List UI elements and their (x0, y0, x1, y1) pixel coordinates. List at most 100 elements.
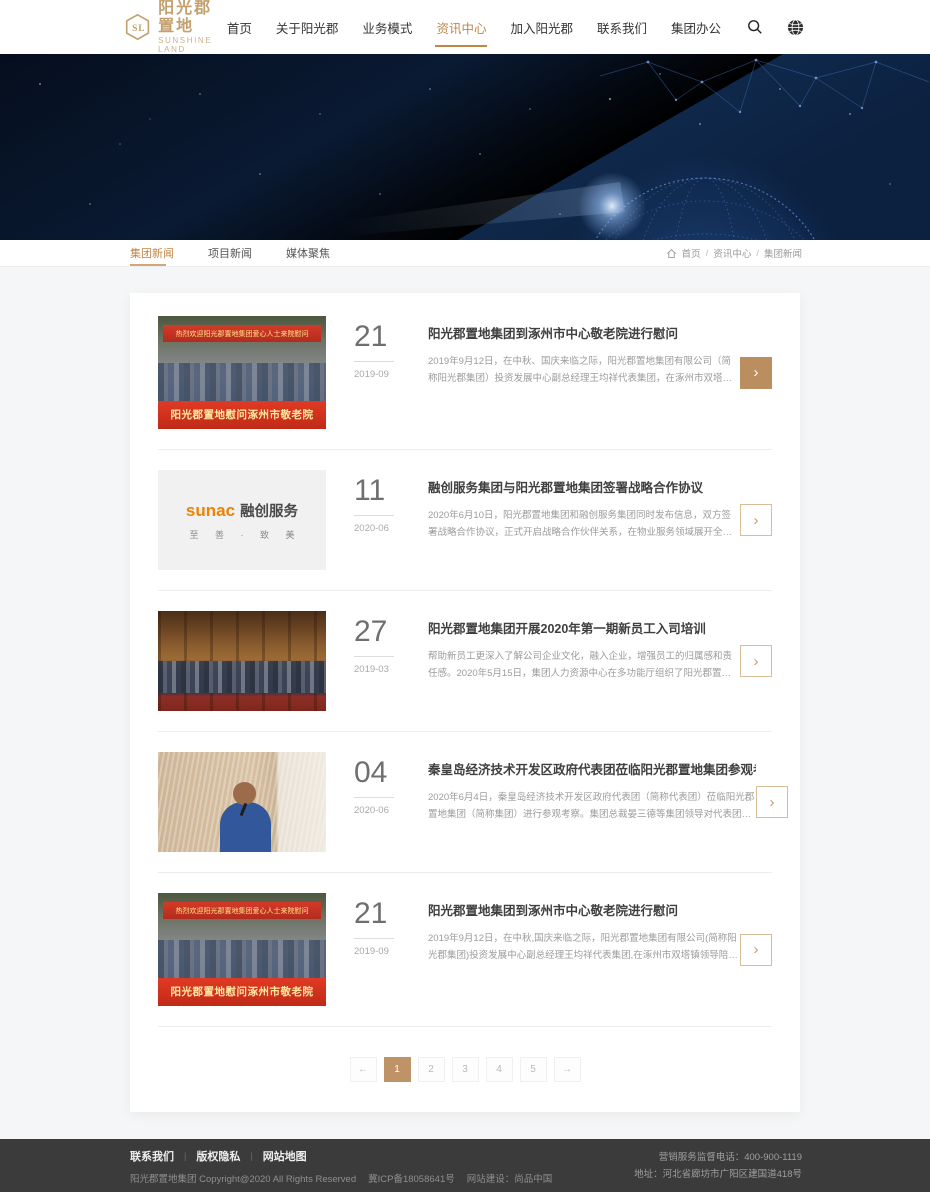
news-description: 2019年9月12日，在中秋、国庆来临之际，阳光郡置地集团有限公司（简称阳光郡集… (428, 354, 740, 387)
news-text: 阳光郡置地集团到涿州市中心敬老院进行慰问 2019年9月12日，在中秋、国庆来临… (428, 316, 740, 387)
footer-right: 营销服务监督电话：400-900-1119 地址：河北省廊坊市广阳区建国道418… (634, 1150, 802, 1182)
news-tabs: 集团新闻 项目新闻 媒体聚焦 (130, 240, 330, 266)
nav-item-about[interactable]: 关于阳光郡 (275, 12, 340, 43)
news-more-arrow-button[interactable]: › (740, 357, 772, 389)
brand-logo[interactable]: S L 阳光郡置地 SUNSHINE LAND (124, 0, 226, 53)
news-item[interactable]: 热烈欢迎阳光郡置地集团爱心人士来院慰问 阳光郡置地慰问涿州市敬老院 21 201… (158, 296, 772, 450)
pagination: ← 1 2 3 4 5 → (158, 1027, 772, 1112)
news-description: 2020年6月4日，秦皇岛经济技术开发区政府代表团（简称代表团）莅临阳光郡置地集… (428, 790, 756, 823)
section-tabbar: 集团新闻 项目新闻 媒体聚焦 首页 / 资讯中心 / 集团新闻 (0, 240, 930, 267)
news-title[interactable]: 秦皇岛经济技术开发区政府代表团莅临阳光郡置地集团参观考察 (428, 759, 756, 778)
news-thumbnail-charity-photo[interactable]: 热烈欢迎阳光郡置地集团爱心人士来院慰问 阳光郡置地慰问涿州市敬老院 (158, 316, 326, 429)
pagination-prev-button[interactable]: ← (350, 1057, 377, 1082)
footer-phone: 营销服务监督电话：400-900-1119 (634, 1150, 802, 1166)
nav-item-news[interactable]: 资讯中心 (435, 12, 487, 43)
pagination-page-1[interactable]: 1 (384, 1057, 411, 1082)
speaker-art (220, 802, 270, 852)
sunac-brand-text: sunac (186, 501, 235, 521)
speaker-head-art (233, 782, 257, 805)
svg-text:L: L (138, 24, 144, 34)
news-day: 04 (354, 758, 406, 788)
banner-bottom-text: 阳光郡置地慰问涿州市敬老院 (158, 401, 326, 429)
news-text: 阳光郡置地集团开展2020年第一期新员工入司培训 帮助新员工更深入了解公司企业文… (428, 611, 740, 682)
news-thumbnail-charity-photo[interactable]: 热烈欢迎阳光郡置地集团爱心人士来院慰问 阳光郡置地慰问涿州市敬老院 (158, 893, 326, 1006)
svg-text:S: S (132, 24, 137, 34)
news-date: 21 2019-09 (354, 893, 406, 957)
news-item[interactable]: 热烈欢迎阳光郡置地集团爱心人士来院慰问 阳光郡置地慰问涿州市敬老院 21 201… (158, 873, 772, 1027)
footer-built-by[interactable]: 网站建设：尚品中国 (467, 1171, 553, 1185)
hexagon-sl-icon: S L (124, 9, 151, 45)
nav-item-home[interactable]: 首页 (226, 12, 253, 43)
nav-item-contact[interactable]: 联系我们 (596, 12, 648, 43)
crowd-art (158, 363, 326, 401)
news-thumbnail-speaker-photo[interactable] (158, 752, 326, 852)
footer-separator: | (250, 1151, 252, 1161)
news-more-arrow-button[interactable]: › (740, 645, 772, 677)
news-title[interactable]: 阳光郡置地集团到涿州市中心敬老院进行慰问 (428, 900, 740, 919)
tab-media-focus[interactable]: 媒体聚焦 (286, 240, 330, 266)
news-text: 阳光郡置地集团到涿州市中心敬老院进行慰问 2019年9月12日，在中秋,国庆来临… (428, 893, 740, 964)
brand-text: 阳光郡置地 SUNSHINE LAND (158, 0, 226, 53)
search-icon[interactable] (746, 19, 763, 36)
news-description: 2020年6月10日，阳光郡置地集团和融创服务集团同时发布信息，双方签署战略合作… (428, 508, 740, 541)
news-date: 27 2019-03 (354, 611, 406, 675)
news-list-card: 热烈欢迎阳光郡置地集团爱心人士来院慰问 阳光郡置地慰问涿州市敬老院 21 201… (130, 293, 800, 1112)
news-title[interactable]: 融创服务集团与阳光郡置地集团签署战略合作协议 (428, 477, 740, 496)
news-month: 2019-09 (354, 946, 406, 957)
footer-left: 联系我们 | 版权隐私 | 网站地图 阳光郡置地集团 Copyright@202… (130, 1148, 552, 1185)
breadcrumb-current: 集团新闻 (764, 246, 802, 260)
news-more-arrow-button[interactable]: › (740, 504, 772, 536)
news-thumbnail-group-photo[interactable] (158, 611, 326, 711)
footer-link-contact[interactable]: 联系我们 (130, 1148, 174, 1164)
sunac-slogan-text: 至 善 · 致 美 (183, 528, 302, 541)
news-title[interactable]: 阳光郡置地集团开展2020年第一期新员工入司培训 (428, 618, 740, 637)
crowd-art (158, 661, 326, 693)
pagination-page-4[interactable]: 4 (486, 1057, 513, 1082)
breadcrumb-separator: / (756, 248, 759, 259)
news-item[interactable]: 27 2019-03 阳光郡置地集团开展2020年第一期新员工入司培训 帮助新员… (158, 591, 772, 732)
footer-copyright: 阳光郡置地集团 Copyright@2020 All Rights Reserv… (130, 1171, 356, 1185)
news-more-arrow-button[interactable]: › (740, 934, 772, 966)
crowd-art (158, 940, 326, 978)
footer-address: 地址：河北省廊坊市广阳区建国道418号 (634, 1167, 802, 1183)
footer-link-privacy[interactable]: 版权隐私 (196, 1148, 240, 1164)
date-divider (354, 797, 394, 798)
news-thumbnail-sunac-logo[interactable]: sunac 融创服务 至 善 · 致 美 (158, 470, 326, 570)
language-globe-icon[interactable] (787, 19, 804, 36)
breadcrumb-home[interactable]: 首页 (682, 246, 701, 260)
tab-group-news[interactable]: 集团新闻 (130, 240, 174, 266)
nav-item-office[interactable]: 集团办公 (670, 12, 722, 43)
footer-links: 联系我们 | 版权隐私 | 网站地图 (130, 1148, 552, 1164)
hero-banner (0, 54, 930, 240)
pagination-page-2[interactable]: 2 (418, 1057, 445, 1082)
pagination-next-button[interactable]: → (554, 1057, 581, 1082)
tab-project-news[interactable]: 项目新闻 (208, 240, 252, 266)
footer-icp[interactable]: 冀ICP备18058641号 (368, 1171, 455, 1185)
news-text: 融创服务集团与阳光郡置地集团签署战略合作协议 2020年6月10日，阳光郡置地集… (428, 470, 740, 541)
news-description: 帮助新员工更深入了解公司企业文化，融入企业，增强员工的归属感和责任感。2020年… (428, 649, 740, 682)
date-divider (354, 361, 394, 362)
pagination-page-3[interactable]: 3 (452, 1057, 479, 1082)
news-month: 2019-09 (354, 369, 406, 380)
news-more-arrow-button[interactable]: › (756, 786, 788, 818)
news-text: 秦皇岛经济技术开发区政府代表团莅临阳光郡置地集团参观考察 2020年6月4日，秦… (428, 752, 756, 823)
banner-top-text: 热烈欢迎阳光郡置地集团爱心人士来院慰问 (163, 325, 321, 342)
brand-name-cn: 阳光郡置地 (158, 0, 226, 35)
news-month: 2020-06 (354, 805, 406, 816)
footer-copyright-row: 阳光郡置地集团 Copyright@2020 All Rights Reserv… (130, 1171, 552, 1185)
brand-name-en: SUNSHINE LAND (158, 36, 226, 54)
footer-link-sitemap[interactable]: 网站地图 (263, 1148, 307, 1164)
breadcrumb: 首页 / 资讯中心 / 集团新闻 (666, 246, 802, 260)
news-day: 27 (354, 617, 406, 647)
news-day: 11 (354, 476, 406, 506)
news-item[interactable]: sunac 融创服务 至 善 · 致 美 11 2020-06 融创服务集团与阳… (158, 450, 772, 591)
news-title[interactable]: 阳光郡置地集团到涿州市中心敬老院进行慰问 (428, 323, 740, 342)
breadcrumb-section[interactable]: 资讯中心 (713, 246, 751, 260)
date-divider (354, 938, 394, 939)
sunac-cn-text: 融创服务 (240, 500, 298, 521)
news-item[interactable]: 04 2020-06 秦皇岛经济技术开发区政府代表团莅临阳光郡置地集团参观考察 … (158, 732, 772, 873)
nav-item-join[interactable]: 加入阳光郡 (509, 12, 574, 43)
pagination-page-5[interactable]: 5 (520, 1057, 547, 1082)
nav-item-business[interactable]: 业务模式 (361, 12, 413, 43)
date-divider (354, 656, 394, 657)
